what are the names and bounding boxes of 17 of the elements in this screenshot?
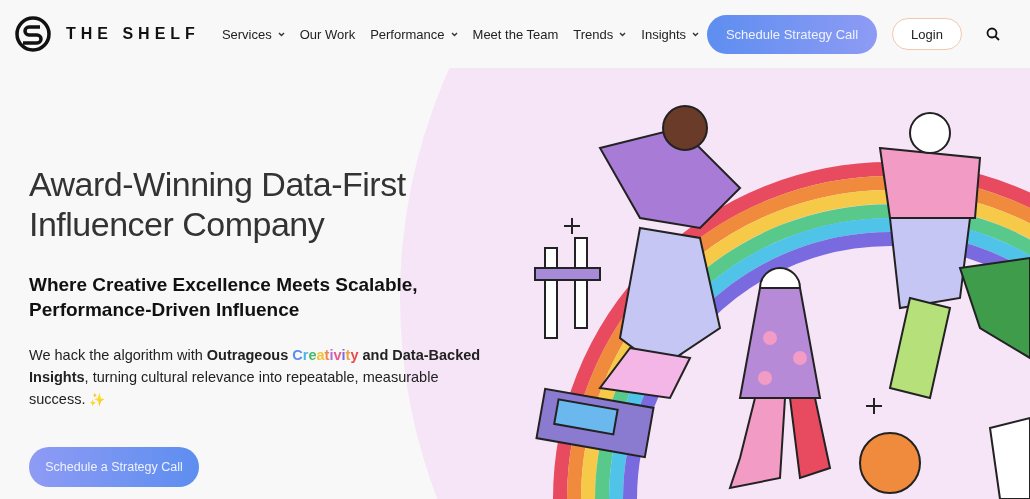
- logo-text: THE SHELF: [66, 25, 200, 43]
- nav-link[interactable]: Our Work: [299, 26, 356, 42]
- nav-link[interactable]: Services: [221, 26, 285, 42]
- nav-link[interactable]: Trends: [573, 26, 627, 42]
- nav-link[interactable]: Meet the Team: [472, 26, 559, 42]
- chevron-down-icon: [692, 31, 700, 37]
- nav-link[interactable]: Insights: [641, 26, 700, 42]
- login-button[interactable]: Login: [892, 18, 962, 50]
- chevron-down-icon: [450, 31, 458, 37]
- logo-icon: [14, 15, 52, 53]
- chevron-down-icon: [277, 31, 285, 37]
- chevron-down-icon: [619, 31, 627, 37]
- hero-description: We hack the algorithm with Outrageous Creativity and Data-Backed Insights, turning cultural relevance into repeatable, measurable success. ✨: [29, 347, 481, 407]
- search-icon[interactable]: [986, 27, 1000, 41]
- nav-link[interactable]: Performance: [370, 26, 458, 42]
- hero-subtitle: Where Creative Excellence Meets Scalable, Performance-Driven Influence: [29, 273, 419, 322]
- hero-title: Award-Winning Data-First Influencer Company: [29, 164, 407, 244]
